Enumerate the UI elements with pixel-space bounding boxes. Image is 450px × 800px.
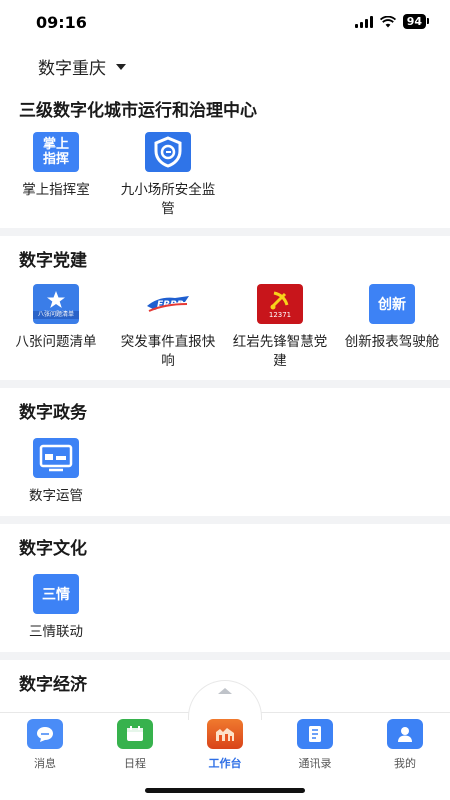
app-party-building[interactable]: 12371 红岩先锋智慧党建 [224,284,336,371]
section-digital-culture: 数字文化 三情 三情联动 [0,524,450,652]
section-title: 三级数字化城市运行和治理中心 [19,101,257,121]
innovation-report-icon: 创新 [369,284,415,324]
tab-label: 消息 [34,757,56,770]
home-indicator [145,788,305,793]
app-label: 突发事件直报快响 [120,334,216,369]
workbench-icon [207,719,243,749]
status-bar: 09:16 94 [0,0,450,44]
tab-label: 通讯录 [298,757,332,770]
app-command-room[interactable]: 掌上 指挥 掌上指挥室 [0,132,112,200]
app-label: 创新报表驾驶舱 [344,334,440,350]
contacts-icon [297,719,333,749]
wifi-icon [379,15,396,27]
emergency-report-icon: ERRR [145,284,191,324]
app-label: 红岩先锋智慧党建 [232,334,328,369]
app-problem-list[interactable]: 八张问题清单 八张问题清单 [0,284,112,352]
app-nine-venues-safety[interactable]: 九小场所安全监管 [112,132,224,219]
tab-label: 日程 [124,757,146,770]
app-label: 掌上指挥室 [22,182,90,198]
section-title: 数字政务 [19,403,87,423]
chevron-up-icon[interactable] [218,688,232,694]
city-selector[interactable]: 数字重庆 [38,54,126,79]
tab-schedule[interactable]: 日程 [95,719,175,771]
user-icon [387,719,423,749]
app-label: 数字运管 [29,488,83,504]
party-emblem-icon: 12371 [257,284,303,324]
app-label: 八张问题清单 [15,334,97,350]
app-three-feelings[interactable]: 三情 三情联动 [0,574,112,642]
shield-icon [145,132,191,172]
app-innovation-report[interactable]: 创新 创新报表驾驶舱 [336,284,448,352]
calendar-icon [117,719,153,749]
city-name: 数字重庆 [38,59,106,79]
three-feelings-icon: 三情 [33,574,79,614]
section-digital-government: 数字政务 数字运管 [0,388,450,516]
battery-icon: 94 [402,14,430,29]
tab-messages[interactable]: 消息 [5,719,85,771]
caret-down-icon [116,63,126,70]
message-icon [27,719,63,749]
tab-contacts[interactable]: 通讯录 [275,719,355,771]
section-title: 数字经济 [19,675,87,695]
problem-list-icon: 八张问题清单 [33,284,79,324]
section-title: 数字文化 [19,539,87,559]
signal-icon [354,15,373,28]
section-digital-party: 数字党建 八张问题清单 八张问题清单 ERRR 突发事件直报快响 12371 红… [0,236,450,380]
monitor-icon [33,438,79,478]
header: 数字重庆 [0,44,450,86]
tab-label: 工作台 [208,757,242,770]
status-indicators: 94 [354,14,430,29]
app-emergency-report[interactable]: ERRR 突发事件直报快响 [112,284,224,371]
tab-workbench[interactable]: 工作台 [185,719,265,771]
tab-profile[interactable]: 我的 [365,719,445,771]
app-label: 三情联动 [29,624,83,640]
section-city-governance: 三级数字化城市运行和治理中心 掌上 指挥 掌上指挥室 九小场所安全监管 [0,86,450,228]
command-room-icon: 掌上 指挥 [33,132,79,172]
section-title: 数字党建 [19,251,87,271]
status-time: 09:16 [36,13,87,32]
app-digital-operations[interactable]: 数字运管 [0,438,112,506]
app-label: 九小场所安全监管 [120,182,216,217]
tab-label: 我的 [394,757,416,770]
